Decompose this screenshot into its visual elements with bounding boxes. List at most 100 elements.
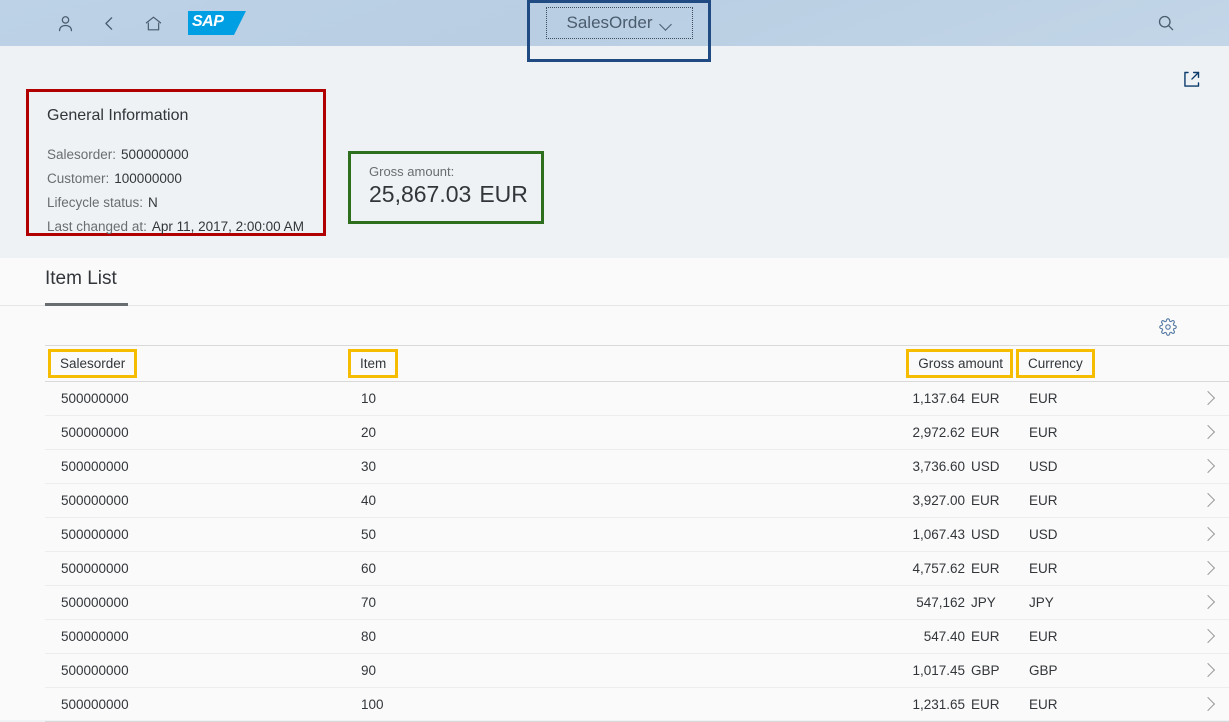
cell-gross-amount-value: 1,017.45 — [912, 663, 965, 678]
cell-currency: EUR — [1013, 687, 1204, 722]
cell-gross-amount-value: 547,162 — [916, 595, 965, 610]
shell-header-right-icons — [1153, 10, 1179, 36]
cell-gross-amount-value: 1,067.43 — [912, 527, 965, 542]
column-header-salesorder[interactable]: Salesorder — [45, 345, 345, 382]
cell-currency: EUR — [1013, 381, 1204, 416]
table-row[interactable]: 500000000 60 4,757.62 EUR EUR — [45, 551, 1229, 586]
chevron-right-icon — [1200, 458, 1216, 474]
row-navigation-button[interactable] — [1200, 619, 1229, 654]
item-list-section: Item List Salesorder Item Gross amount C… — [0, 258, 1229, 722]
row-navigation-button[interactable] — [1200, 585, 1229, 620]
gear-icon[interactable] — [1157, 316, 1179, 338]
chevron-right-icon — [1200, 526, 1216, 542]
table-row[interactable]: 500000000 80 547.40 EUR EUR — [45, 619, 1229, 654]
row-navigation-button[interactable] — [1200, 687, 1229, 722]
cell-item: 90 — [345, 653, 780, 688]
cell-salesorder: 500000000 — [45, 619, 345, 654]
table-row[interactable]: 500000000 70 547,162 JPY JPY — [45, 585, 1229, 620]
row-navigation-button[interactable] — [1200, 381, 1229, 416]
search-icon[interactable] — [1153, 10, 1179, 36]
field-value: 500000000 — [121, 147, 189, 162]
cell-gross-amount-unit-label: EUR — [971, 425, 1000, 440]
column-header-currency[interactable]: Currency — [1013, 345, 1204, 382]
general-information-title: General Information — [47, 107, 189, 124]
cell-gross-amount-unit: USD — [965, 449, 1014, 484]
chevron-right-icon — [1200, 628, 1216, 644]
table-row[interactable]: 500000000 100 1,231.65 EUR EUR — [45, 687, 1229, 722]
field-value: Apr 11, 2017, 2:00:00 AM — [151, 219, 304, 234]
cell-item: 40 — [345, 483, 780, 518]
cell-gross-amount-unit-label: JPY — [971, 595, 996, 610]
cell-currency: EUR — [1013, 619, 1204, 654]
cell-item: 50 — [345, 517, 780, 552]
cell-item: 70 — [345, 585, 780, 620]
sap-logo-text: SAP — [192, 13, 224, 30]
table-toolbar — [0, 308, 1229, 345]
chevron-right-icon — [1200, 662, 1216, 678]
shell-header-left-icons: SAP — [0, 10, 246, 36]
table-row[interactable]: 500000000 20 2,972.62 EUR EUR — [45, 415, 1229, 450]
table-row[interactable]: 500000000 90 1,017.45 GBP GBP — [45, 653, 1229, 688]
share-icon[interactable] — [1178, 66, 1204, 92]
chevron-right-icon — [1200, 696, 1216, 712]
cell-gross-amount: 2,972.62 — [780, 415, 965, 450]
cell-gross-amount: 1,017.45 — [780, 653, 965, 688]
cell-gross-amount-unit: EUR — [965, 687, 1014, 722]
row-navigation-button[interactable] — [1200, 551, 1229, 586]
cell-gross-amount-value: 1,137.64 — [912, 391, 965, 406]
cell-gross-amount-unit: JPY — [965, 585, 1014, 620]
cell-gross-amount-unit: GBP — [965, 653, 1014, 688]
cell-gross-amount: 3,736.60 — [780, 449, 965, 484]
sap-logo[interactable]: SAP — [188, 11, 246, 35]
user-icon[interactable] — [52, 10, 78, 36]
cell-salesorder: 500000000 — [45, 687, 345, 722]
gross-amount-panel: Gross amount: 25,867.03 EUR — [348, 151, 544, 224]
table-row[interactable]: 500000000 30 3,736.60 USD USD — [45, 449, 1229, 484]
item-list-section-header: Item List — [0, 258, 1229, 308]
cell-gross-amount: 547.40 — [780, 619, 965, 654]
cell-salesorder: 500000000 — [45, 551, 345, 586]
row-navigation-button[interactable] — [1200, 653, 1229, 688]
general-information-field-last-changed-at: Last changed at: Apr 11, 2017, 2:00:00 AM — [47, 215, 323, 239]
chevron-right-icon — [1200, 560, 1216, 576]
cell-gross-amount-unit: EUR — [965, 415, 1014, 450]
row-navigation-button[interactable] — [1200, 483, 1229, 518]
row-navigation-button[interactable] — [1200, 449, 1229, 484]
chevron-right-icon — [1200, 390, 1216, 406]
cell-gross-amount: 547,162 — [780, 585, 965, 620]
table-row[interactable]: 500000000 10 1,137.64 EUR EUR — [45, 381, 1229, 416]
cell-gross-amount-unit: USD — [965, 517, 1014, 552]
item-list-table: Salesorder Item Gross amount Currency 50… — [45, 345, 1229, 722]
column-header-gross-amount[interactable]: Gross amount — [780, 345, 1014, 382]
column-header-nav — [1203, 345, 1229, 382]
gross-amount-value: 25,867.03 — [369, 181, 472, 207]
cell-currency: USD — [1013, 449, 1204, 484]
table-row[interactable]: 500000000 50 1,067.43 USD USD — [45, 517, 1229, 552]
field-label: Customer: — [47, 171, 110, 186]
section-divider — [0, 305, 1229, 306]
chevron-down-icon — [661, 20, 672, 27]
column-header-item[interactable]: Item — [345, 345, 780, 382]
cell-gross-amount: 1,231.65 — [780, 687, 965, 722]
field-label: Last changed at: — [47, 219, 147, 234]
cell-gross-amount-unit-label: USD — [971, 459, 1000, 474]
item-list-title: Item List — [45, 268, 117, 289]
row-navigation-button[interactable] — [1200, 517, 1229, 552]
general-information-field-lifecycle-status: Lifecycle status: N — [47, 191, 323, 215]
app-title-dropdown[interactable]: SalesOrder — [546, 7, 693, 39]
cell-gross-amount-value: 4,757.62 — [912, 561, 965, 576]
home-icon[interactable] — [140, 10, 166, 36]
cell-gross-amount: 3,927.00 — [780, 483, 965, 518]
row-navigation-button[interactable] — [1200, 415, 1229, 450]
cell-currency: EUR — [1013, 551, 1204, 586]
cell-salesorder: 500000000 — [45, 653, 345, 688]
cell-currency: GBP — [1013, 653, 1204, 688]
cell-gross-amount-unit-label: EUR — [971, 391, 1000, 406]
table-row[interactable]: 500000000 40 3,927.00 EUR EUR — [45, 483, 1229, 518]
back-icon[interactable] — [96, 10, 122, 36]
column-header-salesorder-label: Salesorder — [48, 348, 138, 379]
cell-gross-amount-unit-label: EUR — [971, 629, 1000, 644]
cell-salesorder: 500000000 — [45, 449, 345, 484]
cell-gross-amount: 4,757.62 — [780, 551, 965, 586]
chevron-right-icon — [1200, 492, 1216, 508]
